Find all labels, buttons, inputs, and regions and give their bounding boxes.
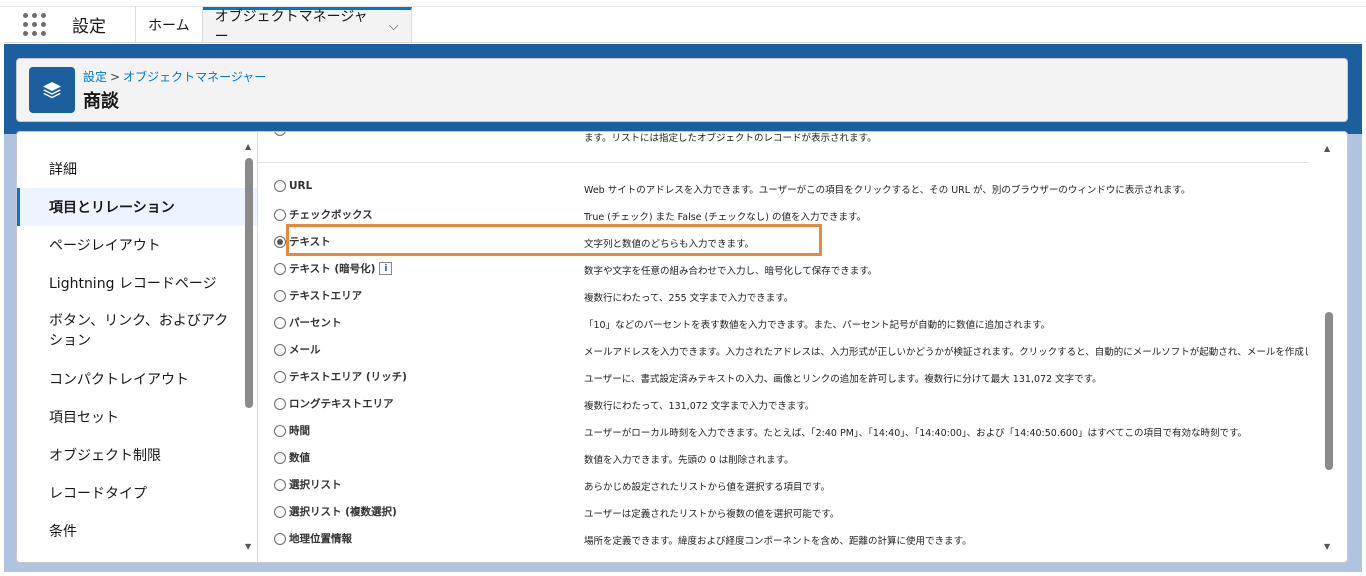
info-icon[interactable]: i (379, 262, 393, 275)
radio-button[interactable] (274, 505, 286, 518)
breadcrumb-separator: > (110, 69, 121, 84)
sidebar-item-lightning-record-pages[interactable]: Lightning レコードページ (17, 264, 257, 302)
tab-home-label: ホーム (148, 17, 190, 34)
field-type-name[interactable]: ロングテキストエリア (289, 396, 394, 411)
field-type-desc: ます。リストには指定したオブジェクトのレコードが表示されます。 (584, 133, 877, 144)
sidebar-scroll-up-icon[interactable]: ▲ (245, 142, 251, 151)
field-type-desc: 「10」などのパーセントを表す数値を入力できます。また、パーセント記号が自動的に… (584, 320, 1051, 331)
list-item: URL Web サイトのアドレスを入力できます。ユーザーがこの項目をクリックする… (258, 176, 1308, 203)
list-item: テキストエリア (リッチ) ユーザーに、書式設定済みテキストの入力、画像とリンク… (258, 365, 1308, 392)
radio-button[interactable] (274, 343, 286, 356)
radio-button[interactable] (274, 262, 286, 275)
field-type-name[interactable]: テキスト (暗号化) (289, 261, 375, 276)
sidebar-scroll-down-icon[interactable]: ▼ (245, 542, 251, 551)
sidebar-item-conditions[interactable]: 条件 (17, 512, 257, 550)
sidebar-item-compact-layouts[interactable]: コンパクトレイアウト (17, 360, 257, 398)
radio-button-selected[interactable] (274, 235, 286, 248)
sidebar-item-record-types[interactable]: レコードタイプ (17, 474, 257, 512)
field-type-desc: 数値を入力できます。先頭の 0 は削除されます。 (584, 455, 794, 466)
field-type-desc: 場所を定義できます。緯度および経度コンポーネントを含め、距離の計算に使用できます… (584, 536, 972, 547)
list-item: 選択リスト あらかじめ設定されたリストから値を選択する項目です。 (258, 473, 1308, 500)
page-title: 商談 (83, 90, 119, 112)
content-scroll-thumb[interactable] (1325, 312, 1333, 470)
field-type-name[interactable]: メール (289, 342, 321, 357)
list-item: メール メールアドレスを入力できます。入力されたアドレスは、入力形式が正しいかど… (258, 338, 1308, 365)
field-type-desc: 複数行にわたって、255 文字まで入力できます。 (584, 293, 794, 304)
selection-highlight-box (286, 224, 822, 256)
layers-icon (29, 67, 75, 113)
field-type-desc: Web サイトのアドレスを入力できます。ユーザーがこの項目をクリックすると、その… (584, 185, 1191, 196)
field-type-list: ます。リストには指定したオブジェクトのレコードが表示されます。 URL Web … (258, 132, 1308, 562)
radio-button[interactable] (274, 370, 286, 383)
sidebar-item-object-limits[interactable]: オブジェクト制限 (17, 436, 257, 474)
field-type-desc: ユーザーは定義されたリストから複数の値を選択可能です。 (584, 509, 840, 520)
radio-button[interactable] (274, 180, 286, 192)
app-launcher-icon (22, 13, 46, 36)
breadcrumb: 設定 > オブジェクトマネージャー (83, 68, 266, 85)
field-type-name[interactable]: テキストエリア (リッチ) (289, 369, 407, 384)
tab-object-manager[interactable]: オブジェクトマネージャー ⌵ (202, 7, 412, 45)
field-type-name[interactable]: パーセント (289, 315, 342, 330)
field-type-desc: 数字や文字を任意の組み合わせで入力し、暗号化して保存できます。 (584, 266, 878, 277)
radio-button[interactable] (274, 478, 286, 491)
divider-line (258, 162, 1308, 163)
content-scroll-up-icon[interactable]: ▲ (1324, 144, 1330, 153)
sidebar: 詳細 項目とリレーション ページレイアウト Lightning レコードページ … (17, 132, 257, 562)
list-item: テキスト (暗号化) i 数字や文字を任意の組み合わせで入力し、暗号化して保存でき… (258, 257, 1308, 284)
field-type-name[interactable]: テキストエリア (289, 288, 362, 303)
field-type-desc: 複数行にわたって、131,072 文字まで入力できます。 (584, 401, 815, 412)
radio-button[interactable] (274, 132, 286, 136)
list-item: ます。リストには指定したオブジェクトのレコードが表示されます。 (258, 132, 1308, 151)
global-navbar: 設定 ホーム オブジェクトマネージャー ⌵ (4, 7, 1362, 45)
field-type-name[interactable]: 選択リスト (289, 477, 342, 492)
field-type-desc: True (チェック) また False (チェックなし) の値を入力できます。 (584, 212, 867, 223)
top-edge (0, 0, 1366, 7)
sidebar-scroll-thumb[interactable] (245, 158, 253, 408)
list-item: 時間 ユーザーがローカル時刻を入力できます。たとえば、「2:40 PM」、「14… (258, 419, 1308, 446)
chevron-down-icon[interactable]: ⌵ (389, 19, 399, 34)
radio-button[interactable] (274, 316, 286, 329)
field-type-name[interactable]: 時間 (289, 423, 310, 438)
radio-button[interactable] (274, 208, 286, 221)
app-name: 設定 (64, 7, 136, 42)
sidebar-item-buttons-links-actions[interactable]: ボタン、リンク、およびアクション (17, 302, 257, 360)
tab-home[interactable]: ホーム (136, 7, 203, 42)
list-item: 地理位置情報 場所を定義できます。緯度および経度コンポーネントを含め、距離の計算… (258, 527, 1308, 554)
breadcrumb-object-manager-link[interactable]: オブジェクトマネージャー (123, 70, 266, 84)
sidebar-item-fields-relationships[interactable]: 項目とリレーション (17, 188, 257, 226)
list-item: テキストエリア 複数行にわたって、255 文字まで入力できます。 (258, 284, 1308, 311)
field-type-name[interactable]: 地理位置情報 (289, 531, 352, 546)
field-type-name[interactable]: チェックボックス (289, 207, 373, 222)
list-item: ロングテキストエリア 複数行にわたって、131,072 文字まで入力できます。 (258, 392, 1308, 419)
radio-button[interactable] (274, 289, 286, 302)
sidebar-item-page-layouts[interactable]: ページレイアウト (17, 226, 257, 264)
radio-button[interactable] (274, 451, 286, 464)
radio-button[interactable] (274, 424, 286, 437)
field-type-desc: あらかじめ設定されたリストから値を選択する項目です。 (584, 482, 831, 493)
tab-object-manager-label: オブジェクトマネージャー (214, 9, 368, 45)
app-launcher-button[interactable] (4, 7, 64, 42)
sidebar-item-details[interactable]: 詳細 (17, 150, 257, 188)
list-item: 選択リスト (複数選択) ユーザーは定義されたリストから複数の値を選択可能です。 (258, 500, 1308, 527)
list-item: パーセント 「10」などのパーセントを表す数値を入力できます。また、パーセント記… (258, 311, 1308, 338)
breadcrumb-setup-link[interactable]: 設定 (83, 70, 107, 84)
field-type-desc: メールアドレスを入力できます。入力されたアドレスは、入力形式が正しいかどうかが検… (584, 347, 1308, 358)
field-type-desc: ユーザーがローカル時刻を入力できます。たとえば、「2:40 PM」、「14:40… (584, 428, 1248, 439)
sidebar-item-field-sets[interactable]: 項目セット (17, 398, 257, 436)
radio-button[interactable] (274, 397, 286, 410)
main-panel: 詳細 項目とリレーション ページレイアウト Lightning レコードページ … (16, 131, 1348, 563)
field-type-name[interactable]: 選択リスト (複数選択) (289, 504, 397, 519)
page-header: 設定 > オブジェクトマネージャー 商談 (16, 58, 1348, 122)
content-scroll-down-icon[interactable]: ▼ (1324, 542, 1330, 551)
field-type-desc: ユーザーに、書式設定済みテキストの入力、画像とリンクの追加を許可します。複数行に… (584, 374, 1102, 385)
list-item: 数値 数値を入力できます。先頭の 0 は削除されます。 (258, 446, 1308, 473)
radio-button[interactable] (274, 532, 286, 545)
field-type-name[interactable]: URL (289, 180, 312, 192)
field-type-name[interactable]: 数値 (289, 450, 310, 465)
